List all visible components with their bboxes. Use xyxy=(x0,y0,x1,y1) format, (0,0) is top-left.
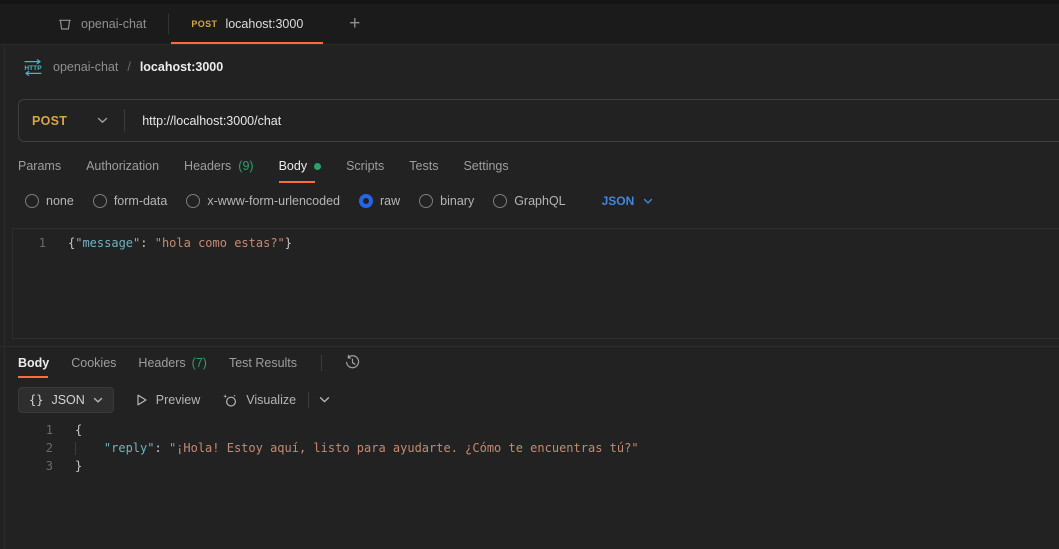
response-toolbar: {} JSON Preview Visualize xyxy=(0,386,1059,414)
mode-raw[interactable]: raw xyxy=(359,194,400,208)
tab-locahost-3000[interactable]: POST locahost:3000 xyxy=(169,4,325,44)
mode-none[interactable]: none xyxy=(25,194,74,208)
code-line: 1 {"message": "hola como estas?"} xyxy=(38,236,292,250)
new-tab-button[interactable]: + xyxy=(341,4,368,44)
tab-label: Tests xyxy=(409,159,439,173)
request-url-bar: POST xyxy=(18,99,1059,142)
radio-selected-icon[interactable] xyxy=(359,194,373,208)
code-line: 3} xyxy=(45,459,83,473)
tab-label: Body xyxy=(18,355,50,370)
pane-left-border xyxy=(4,46,5,549)
response-tab-headers[interactable]: Headers (7) xyxy=(138,347,207,378)
breadcrumb-collection[interactable]: openai-chat xyxy=(53,60,118,74)
tab-body[interactable]: Body xyxy=(278,151,322,183)
response-tab-test-results[interactable]: Test Results xyxy=(229,347,297,378)
tab-label: Authorization xyxy=(86,159,160,173)
tab-label: Settings xyxy=(463,159,509,173)
headers-count: (9) xyxy=(238,159,254,173)
response-headers-count: (7) xyxy=(191,355,207,370)
radio-icon[interactable] xyxy=(25,194,39,208)
toolbar-divider xyxy=(308,392,310,408)
tab-scripts[interactable]: Scripts xyxy=(346,151,384,181)
magic-wand-icon xyxy=(222,393,238,408)
svg-text:HTTP: HTTP xyxy=(24,65,42,72)
response-format-selector[interactable]: {} JSON xyxy=(18,387,114,413)
tab-params[interactable]: Params xyxy=(18,151,61,181)
visualize-label: Visualize xyxy=(246,393,297,407)
tab-label: openai-chat xyxy=(81,17,147,31)
tab-authorization[interactable]: Authorization xyxy=(86,151,159,181)
tab-label: Test Results xyxy=(228,355,298,370)
breadcrumb-request-name[interactable]: locahost:3000 xyxy=(140,60,223,74)
play-icon xyxy=(135,393,148,407)
mode-binary[interactable]: binary xyxy=(419,194,474,208)
workspace-tabbar: openai-chat POST locahost:3000 + xyxy=(0,4,1059,45)
code-line: 1{ xyxy=(45,423,83,437)
response-tabs: Body Cookies Headers (7) Test Results xyxy=(0,347,1059,378)
collection-icon xyxy=(57,16,73,32)
preview-button[interactable]: Preview xyxy=(135,393,200,407)
code-line: 2 "reply": "¡Hola! Estoy aquí, listo par… xyxy=(45,441,639,455)
body-modified-dot xyxy=(314,162,322,170)
tab-method-badge: POST xyxy=(191,19,218,29)
tab-tests[interactable]: Tests xyxy=(409,151,438,181)
tab-label: Cookies xyxy=(71,355,117,370)
request-url-row: POST xyxy=(18,99,1059,142)
mode-form-data[interactable]: form-data xyxy=(92,194,168,208)
response-options-button[interactable] xyxy=(319,396,330,404)
chevron-down-icon xyxy=(643,198,653,205)
mode-label: raw xyxy=(380,194,401,208)
method-label: POST xyxy=(32,113,68,128)
mode-label: form-data xyxy=(113,194,168,208)
breadcrumb-separator: / xyxy=(127,60,131,74)
tab-label: Scripts xyxy=(346,159,385,173)
response-history-button[interactable] xyxy=(344,354,361,371)
active-tab-underline xyxy=(171,42,324,44)
tab-label: Headers xyxy=(138,355,186,370)
tab-label: Params xyxy=(18,159,62,173)
url-input[interactable] xyxy=(125,113,1059,128)
history-clock-icon xyxy=(344,354,361,371)
response-body-viewer: 1{ 2 "reply": "¡Hola! Estoy aquí, listo p… xyxy=(0,421,1059,475)
response-section: Body Cookies Headers (7) Test Results {} … xyxy=(0,346,1059,475)
breadcrumb: HTTP openai-chat / locahost:3000 xyxy=(0,45,1059,89)
raw-language-selector[interactable]: JSON xyxy=(602,194,654,208)
response-tabs-divider xyxy=(321,354,323,371)
tab-headers[interactable]: Headers (9) xyxy=(184,151,254,181)
raw-language-label: JSON xyxy=(601,194,635,208)
response-format-label: JSON xyxy=(51,393,85,407)
preview-label: Preview xyxy=(155,393,201,407)
tab-label: locahost:3000 xyxy=(225,17,304,31)
chevron-down-icon xyxy=(319,396,330,404)
chevron-down-icon xyxy=(93,397,103,404)
method-selector[interactable]: POST xyxy=(19,114,124,128)
radio-icon[interactable] xyxy=(419,194,434,208)
tab-settings[interactable]: Settings xyxy=(463,151,508,181)
radio-icon[interactable] xyxy=(186,194,201,208)
radio-icon[interactable] xyxy=(493,194,508,208)
body-mode-row: none form-data x-www-form-urlencoded raw… xyxy=(0,187,1059,215)
request-tabs: Params Authorization Headers (9) Body Scr… xyxy=(0,151,1059,183)
tab-label: Headers xyxy=(184,159,232,173)
mode-x-www-form-urlencoded[interactable]: x-www-form-urlencoded xyxy=(186,194,340,208)
response-tab-cookies[interactable]: Cookies xyxy=(71,347,116,378)
mode-label: none xyxy=(46,194,74,208)
request-body-editor[interactable]: 1 {"message": "hola como estas?"} xyxy=(12,228,1059,339)
mode-label: GraphQL xyxy=(514,194,566,208)
tab-label: Body xyxy=(278,159,308,173)
mode-label: x-www-form-urlencoded xyxy=(207,194,340,208)
visualize-button[interactable]: Visualize xyxy=(222,393,296,408)
mode-label: binary xyxy=(440,194,475,208)
mode-graphql[interactable]: GraphQL xyxy=(493,194,566,208)
chevron-down-icon xyxy=(97,117,108,124)
http-request-icon: HTTP xyxy=(22,58,44,76)
tab-openai-chat[interactable]: openai-chat xyxy=(35,4,168,44)
response-tab-body[interactable]: Body xyxy=(18,347,49,378)
radio-icon[interactable] xyxy=(92,194,107,208)
braces-icon: {} xyxy=(29,393,44,407)
